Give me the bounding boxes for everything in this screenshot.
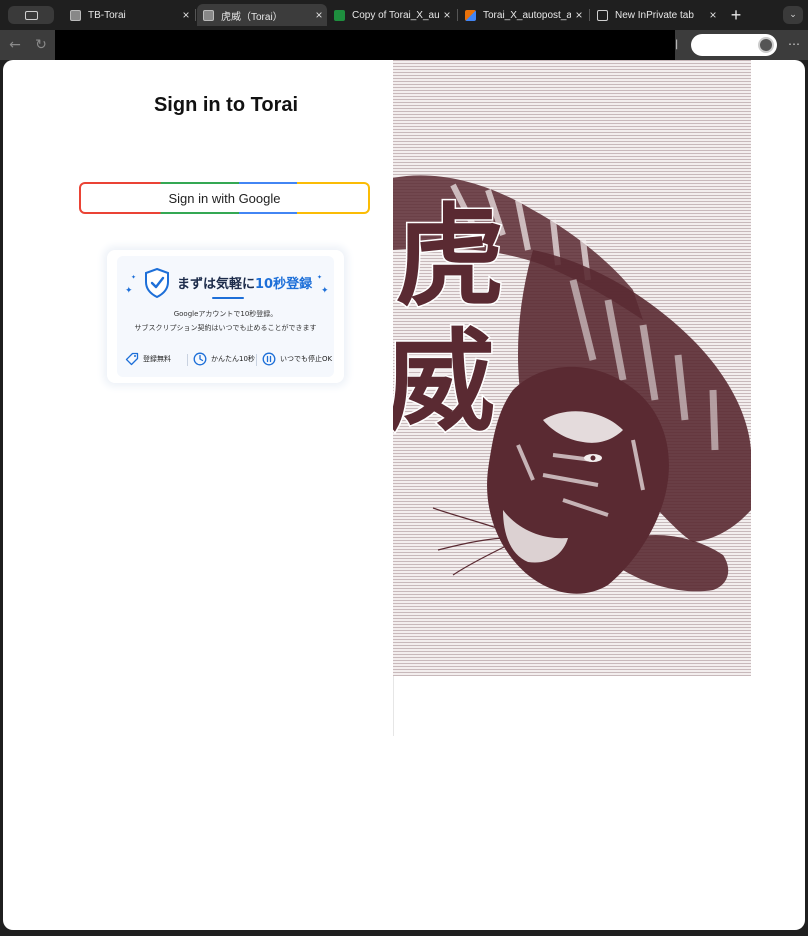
tab-divider xyxy=(195,9,196,21)
close-icon[interactable]: × xyxy=(439,8,455,22)
sparkle-icon: ✦ xyxy=(321,286,329,296)
tab-torai-autopost-app[interactable]: Torai_X_autopost_app × xyxy=(459,4,587,26)
tab-tb-torai[interactable]: TB-Torai × xyxy=(64,4,194,26)
tab-strip: TB-Torai × 虎威（Torai） × Copy of Torai_X_a… xyxy=(0,0,808,30)
tab-title: Torai_X_autopost_app xyxy=(483,9,571,21)
tab-copy-of-torai[interactable]: Copy of Torai_X_autopost × xyxy=(328,4,455,26)
more-menu-icon[interactable]: ⋯ xyxy=(785,36,803,54)
sign-in-with-google-label: Sign in with Google xyxy=(81,184,368,212)
shield-check-icon xyxy=(145,268,169,298)
profile-button[interactable] xyxy=(691,34,777,56)
promo-feature-free: 登録無料 xyxy=(125,352,171,366)
new-tab-button[interactable]: + xyxy=(727,4,745,26)
tab-title: Copy of Torai_X_autopost xyxy=(352,9,439,21)
sparkle-icon: ✦ xyxy=(125,286,133,296)
torai-favicon-icon xyxy=(203,9,214,21)
close-icon[interactable]: × xyxy=(178,8,194,22)
promo-feature-quick: かんたん10秒 xyxy=(193,352,255,366)
sparkle-icon: ✦ xyxy=(131,274,137,281)
pause-icon xyxy=(262,352,276,366)
tab-torai-active[interactable]: 虎威（Torai） × xyxy=(197,4,327,26)
reload-icon[interactable]: ↻ xyxy=(32,36,50,54)
sparkle-icon: ✦ xyxy=(317,274,323,281)
artwork-divider xyxy=(393,676,394,736)
sign-in-with-google-button[interactable]: Sign in with Google xyxy=(79,182,370,214)
clock-icon xyxy=(193,352,207,366)
promo-line-2: サブスクリプション契約はいつでも止めることができます xyxy=(134,324,317,332)
promo-divider xyxy=(187,354,188,366)
calligraphy-i: 威 xyxy=(393,317,495,446)
script-favicon-icon xyxy=(465,9,476,21)
promo-feature-label: いつでも停止OK xyxy=(280,355,333,363)
signup-promo-card: ✦ ✦ ✦ ✦ まずは気軽に10秒登録 Googleアカウントで10秒登録。 サ… xyxy=(107,250,344,383)
tab-title: TB-Torai xyxy=(88,9,126,21)
promo-feature-label: かんたん10秒 xyxy=(211,355,255,363)
torai-favicon-icon xyxy=(70,9,81,21)
avatar xyxy=(758,37,774,53)
promo-underline xyxy=(212,297,244,299)
tiger-artwork: 虎 威 xyxy=(393,60,751,676)
address-bar-redacted[interactable] xyxy=(55,30,675,60)
promo-headline: まずは気軽に10秒登録 xyxy=(177,273,312,292)
page-title: Sign in to Torai xyxy=(153,94,299,116)
promo-feature-cancel: いつでも停止OK xyxy=(262,352,332,366)
page-viewport: Sign in to Torai Sign in with Google ✦ ✦… xyxy=(3,60,805,930)
close-icon[interactable]: × xyxy=(705,8,721,22)
sheets-favicon-icon xyxy=(334,9,345,21)
promo-divider xyxy=(256,354,257,366)
tag-icon xyxy=(125,352,139,366)
toolbar-separator: | xyxy=(675,39,679,50)
promo-line-1: Googleアカウントで10秒登録。 xyxy=(173,310,278,318)
promo-feature-label: 登録無料 xyxy=(143,355,171,363)
tab-divider xyxy=(457,9,458,21)
calligraphy-tora: 虎 xyxy=(395,192,505,321)
workspaces-icon xyxy=(24,10,38,20)
tab-title: 虎威（Torai） xyxy=(221,11,283,23)
tab-title: New InPrivate tab xyxy=(615,9,694,21)
back-arrow-icon[interactable]: ← xyxy=(6,36,24,54)
close-icon[interactable]: × xyxy=(571,8,587,22)
tab-divider xyxy=(589,9,590,21)
inprivate-favicon-icon xyxy=(597,9,608,21)
promo-headline-accent: 10秒登録 xyxy=(255,277,313,292)
tab-actions-button[interactable] xyxy=(8,6,54,24)
tab-new-inprivate[interactable]: New InPrivate tab × xyxy=(591,4,721,26)
tiger-illustration: 虎 威 xyxy=(393,175,751,594)
close-icon[interactable]: × xyxy=(311,8,327,22)
tab-list-menu-button[interactable]: ⌄ xyxy=(783,6,803,24)
promo-card-inner: ✦ ✦ ✦ ✦ まずは気軽に10秒登録 Googleアカウントで10秒登録。 サ… xyxy=(117,256,334,377)
promo-headline-prefix: まずは気軽に xyxy=(177,277,256,292)
